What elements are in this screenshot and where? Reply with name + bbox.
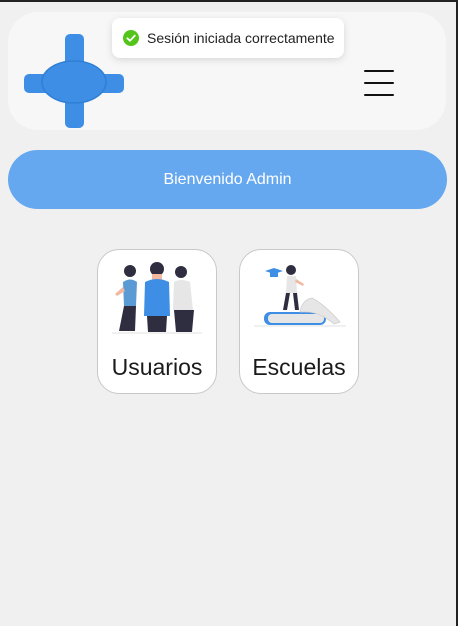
login-success-toast: Sesión iniciada correctamente: [112, 18, 344, 58]
toast-message: Sesión iniciada correctamente: [147, 30, 335, 46]
welcome-text: Bienvenido Admin: [163, 170, 292, 188]
welcome-banner: Bienvenido Admin: [8, 150, 447, 209]
school-illustration-icon: [254, 265, 346, 327]
hamburger-menu-icon[interactable]: [364, 70, 394, 96]
check-circle-icon: [123, 30, 139, 46]
window-top-border: [0, 0, 458, 2]
schools-card-label: Escuelas: [252, 354, 346, 380]
users-card[interactable]: Usuarios: [97, 249, 217, 394]
users-illustration-icon: [112, 262, 202, 334]
medical-cross-logo-icon: [24, 34, 124, 128]
users-card-label: Usuarios: [111, 354, 203, 380]
schools-card[interactable]: Escuelas: [239, 249, 359, 394]
